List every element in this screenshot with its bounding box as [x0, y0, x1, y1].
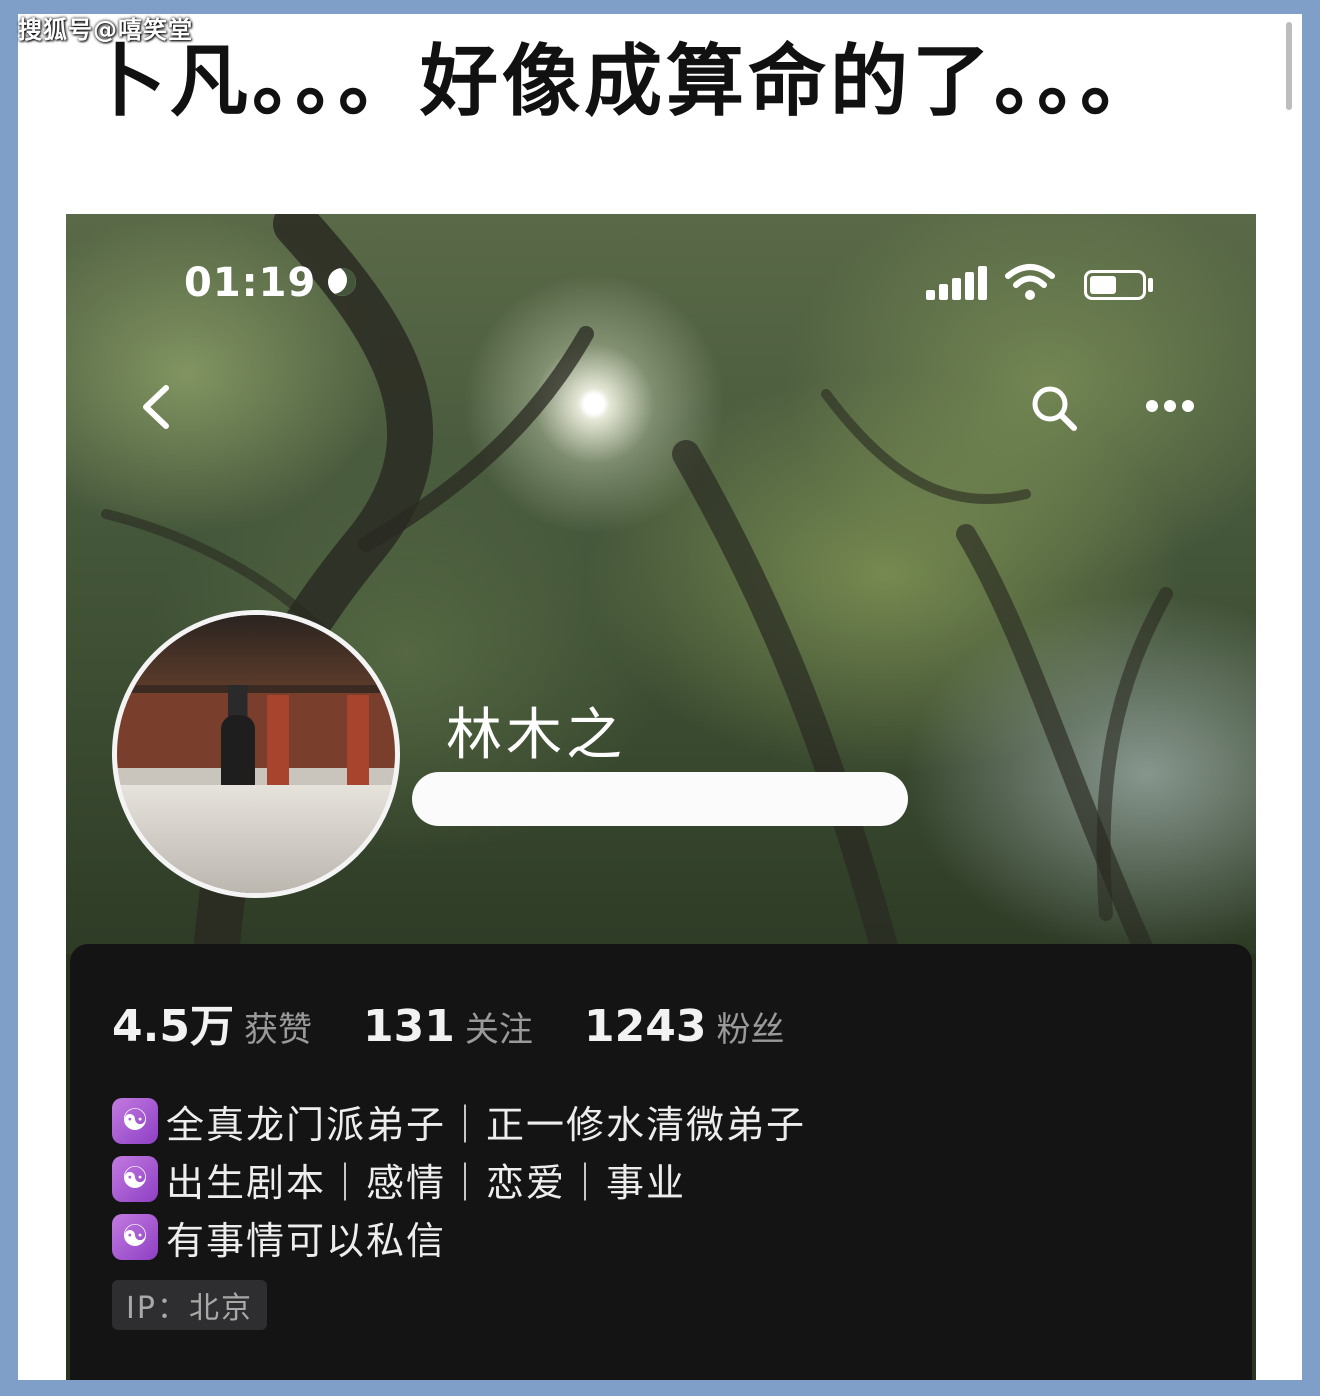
redacted-id: [412, 772, 908, 826]
headline: 卜凡。。。好像成算命的了。。。: [88, 37, 1163, 127]
bio-line: ☯ 出生剧本｜感情｜恋爱｜事业: [112, 1150, 806, 1208]
bio-text: 有事情可以私信: [166, 1218, 447, 1263]
bio-text: 出生剧本｜感情｜恋爱｜事业: [166, 1160, 687, 1205]
bio: ☯ 全真龙门派弟子｜正一修水清微弟子 ☯ 出生剧本｜感情｜恋爱｜事业 ☯ 有事情…: [112, 1092, 806, 1266]
scrollbar[interactable]: [1286, 22, 1292, 110]
more-icon[interactable]: [1144, 398, 1196, 414]
ip-location-tag: IP：北京: [112, 1280, 267, 1330]
search-icon[interactable]: [1028, 382, 1080, 434]
profile-screenshot: 01:19 林木之 4.5万 获赞 131 关注 1243 粉丝 ☯ 全真龙门派…: [66, 214, 1256, 1380]
stat-followers[interactable]: 1243 粉丝: [584, 1001, 784, 1052]
article-page: 卜凡。。。好像成算命的了。。。 01:19 林木之 4.5万 获赞 131 关注…: [18, 14, 1302, 1380]
following-count: 131: [363, 1001, 455, 1052]
avatar[interactable]: [112, 610, 400, 898]
likes-label: 获赞: [243, 1010, 312, 1050]
bio-line: ☯ 有事情可以私信: [112, 1208, 806, 1266]
yin-yang-icon: ☯: [112, 1156, 158, 1202]
bio-line: ☯ 全真龙门派弟子｜正一修水清微弟子: [112, 1092, 806, 1150]
likes-count: 4.5万: [112, 1001, 234, 1052]
followers-count: 1243: [584, 1001, 707, 1052]
stat-likes[interactable]: 4.5万 获赞: [112, 990, 312, 1054]
back-icon[interactable]: [136, 382, 176, 432]
yin-yang-icon: ☯: [112, 1098, 158, 1144]
signal-icon: [926, 266, 987, 300]
wifi-icon: [1005, 264, 1055, 300]
followers-label: 粉丝: [716, 1010, 785, 1050]
following-label: 关注: [464, 1010, 533, 1050]
yin-yang-icon: ☯: [112, 1214, 158, 1260]
battery-icon: [1084, 270, 1146, 300]
username: 林木之: [446, 703, 626, 768]
watermark: 搜狐号@嘻笑堂: [18, 16, 193, 44]
status-time: 01:19: [184, 260, 317, 306]
profile-info-panel: 4.5万 获赞 131 关注 1243 粉丝 ☯ 全真龙门派弟子｜正一修水清微弟子 ☯…: [70, 944, 1252, 1380]
bio-text: 全真龙门派弟子｜正一修水清微弟子: [166, 1102, 807, 1147]
stats-row: 4.5万 获赞 131 关注 1243 粉丝: [112, 990, 830, 1054]
stat-following[interactable]: 131 关注: [363, 1001, 533, 1052]
moon-icon: [328, 268, 356, 296]
battery-tip: [1148, 278, 1153, 292]
